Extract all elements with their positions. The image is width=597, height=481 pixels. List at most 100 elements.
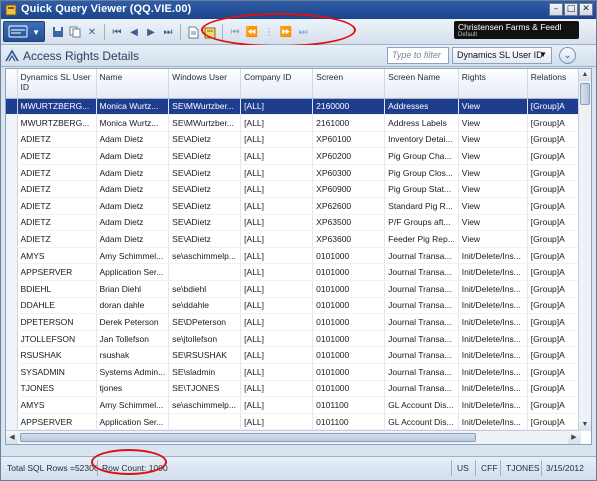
table-cell[interactable]: Init/Delete/Ins... [458, 247, 528, 265]
table-cell[interactable]: ADIETZ [17, 197, 97, 215]
table-row[interactable]: ADIETZ Adam Dietz SE\ADietz [ALL] XP60200 Pig… [6, 147, 581, 165]
row-selector[interactable] [6, 114, 18, 132]
filter-input[interactable]: Type to filter [387, 47, 449, 64]
table-cell[interactable]: 0101000 [312, 280, 386, 298]
first-record-icon[interactable]: ⏮ [110, 25, 124, 39]
table-cell[interactable]: AMYS [17, 396, 97, 414]
table-cell[interactable]: SE\RSUSHAK [168, 346, 242, 364]
table-cell[interactable]: 0101100 [312, 413, 386, 431]
table-cell[interactable]: [ALL] [240, 247, 314, 265]
row-selector[interactable] [6, 247, 18, 265]
table-cell[interactable]: Init/Delete/Ins... [458, 363, 528, 381]
maximize-button[interactable]: □ [564, 3, 578, 16]
table-cell[interactable]: 0101000 [312, 330, 386, 348]
last-record-icon[interactable]: ⏭ [161, 25, 175, 39]
table-row[interactable]: APPSERVER Application Ser... [ALL] 0101000 J… [6, 263, 581, 282]
table-cell[interactable]: View [458, 164, 528, 182]
table-cell[interactable]: XP60300 [312, 164, 386, 182]
table-cell[interactable]: Adam Dietz [96, 180, 170, 199]
table-cell[interactable]: XP62600 [312, 197, 386, 215]
table-cell[interactable]: DDAHLE [17, 297, 97, 315]
table-cell[interactable]: Journal Transa... [384, 330, 459, 348]
row-selector[interactable] [6, 214, 18, 232]
horizontal-scroll-thumb[interactable] [20, 433, 476, 442]
table-cell[interactable]: Standard Pig R... [384, 197, 459, 215]
table-cell[interactable]: 0101000 [312, 346, 386, 364]
table-cell[interactable]: JTOLLEFSON [17, 330, 97, 348]
table-cell[interactable]: Pig Group Clos... [384, 164, 459, 182]
table-cell[interactable]: View [458, 230, 528, 248]
table-row[interactable]: DDAHLE doran dahle se\ddahle [ALL] 0101000 Jo… [6, 297, 581, 315]
table-cell[interactable]: Monica Wurtz... [96, 114, 170, 132]
column-header[interactable]: Rights [458, 69, 528, 99]
table-cell[interactable]: XP60200 [312, 147, 386, 165]
table-cell[interactable]: [ALL] [240, 197, 314, 215]
table-cell[interactable]: 0101000 [312, 380, 386, 398]
table-cell[interactable]: Init/Delete/Ins... [458, 280, 528, 298]
vertical-scroll-thumb[interactable] [580, 83, 590, 105]
table-cell[interactable]: BDIEHL [17, 280, 97, 298]
table-row[interactable]: JTOLLEFSON Jan Tollefson se\jtollefson [ALL… [6, 330, 581, 348]
table-cell[interactable]: APPSERVER [17, 413, 97, 431]
copy-icon[interactable] [68, 25, 82, 39]
table-row[interactable]: AMYS Amy Schimmel... se\aschimmelp... [ALL]… [6, 396, 581, 414]
query-selector[interactable]: Dynamics SL User ID ▼ [452, 47, 552, 64]
table-cell[interactable]: GL Account Dis... [384, 413, 459, 431]
vertical-scrollbar[interactable]: ▲ ▼ [578, 69, 591, 431]
table-cell[interactable]: Init/Delete/Ins... [458, 297, 528, 315]
table-cell[interactable]: [ALL] [240, 98, 314, 116]
table-cell[interactable]: se\bdiehl [168, 280, 242, 298]
table-cell[interactable]: [ALL] [240, 147, 314, 165]
table-cell[interactable]: [ALL] [240, 313, 314, 331]
save-icon[interactable] [51, 25, 65, 39]
row-selector[interactable] [6, 330, 18, 348]
table-cell[interactable]: Jan Tollefson [96, 330, 170, 348]
table-cell[interactable]: Derek Peterson [96, 313, 170, 331]
table-cell[interactable]: [Group]A [527, 346, 581, 364]
table-cell[interactable]: SE\ADietz [168, 230, 242, 248]
table-row[interactable]: DPETERSON Derek Peterson SE\DPeterson [ALL]… [6, 313, 581, 331]
table-row[interactable]: SYSADMIN Systems Admin... SE\sladmin [ALL] 0… [6, 363, 581, 381]
table-cell[interactable]: [ALL] [240, 164, 314, 182]
row-selector[interactable] [6, 297, 18, 315]
table-cell[interactable]: [Group]A [527, 197, 581, 215]
table-row[interactable]: MWURTZBERG... Monica Wurtz... SE\MWurtzber… [6, 98, 581, 116]
table-cell[interactable]: 0101100 [312, 396, 386, 414]
table-cell[interactable]: 0101000 [312, 363, 386, 381]
table-cell[interactable]: [Group]A [527, 164, 581, 182]
table-cell[interactable]: se\ddahle [168, 297, 242, 315]
table-cell[interactable]: Init/Delete/Ins... [458, 380, 528, 398]
table-cell[interactable]: Adam Dietz [96, 230, 170, 248]
table-cell[interactable]: Init/Delete/Ins... [458, 413, 528, 431]
table-cell[interactable]: [Group]A [527, 313, 581, 331]
table-cell[interactable]: Journal Transa... [384, 380, 459, 398]
row-selector[interactable] [6, 313, 18, 331]
table-cell[interactable]: SE\MWurtzber... [168, 114, 242, 132]
table-cell[interactable]: Journal Transa... [384, 280, 459, 298]
table-cell[interactable]: Init/Delete/Ins... [458, 330, 528, 348]
table-cell[interactable]: [ALL] [240, 330, 314, 348]
table-cell[interactable]: [Group]A [527, 330, 581, 348]
table-cell[interactable]: ADIETZ [17, 214, 97, 232]
table-cell[interactable]: View [458, 114, 528, 132]
table-cell[interactable]: Systems Admin... [96, 363, 170, 381]
table-cell[interactable]: se\aschimmelp... [168, 396, 242, 414]
table-cell[interactable]: Journal Transa... [384, 313, 459, 331]
table-row[interactable]: ADIETZ Adam Dietz SE\ADietz [ALL] XP60300 Pig… [6, 164, 581, 182]
table-cell[interactable]: MWURTZBERG... [17, 114, 97, 132]
table-row[interactable]: ADIETZ Adam Dietz SE\ADietz [ALL] XP63600 Fee… [6, 230, 581, 248]
table-cell[interactable]: Adam Dietz [96, 197, 170, 215]
table-cell[interactable]: [Group]A [527, 280, 581, 298]
table-row[interactable]: BDIEHL Brian Diehl se\bdiehl [ALL] 0101000 Jo… [6, 280, 581, 298]
table-cell[interactable]: [Group]A [527, 380, 581, 398]
table-cell[interactable]: SE\ADietz [168, 180, 242, 199]
table-cell[interactable]: MWURTZBERG... [17, 98, 97, 116]
table-cell[interactable]: SYSADMIN [17, 363, 97, 381]
table-cell[interactable]: 0101000 [312, 313, 386, 331]
table-cell[interactable]: SE\ADietz [168, 147, 242, 165]
scroll-up-icon[interactable]: ▲ [579, 69, 591, 81]
table-cell[interactable]: ADIETZ [17, 131, 97, 149]
table-cell[interactable]: Amy Schimmel... [96, 247, 170, 265]
table-cell[interactable]: [Group]A [527, 114, 581, 132]
table-cell[interactable]: 0101000 [312, 247, 386, 265]
